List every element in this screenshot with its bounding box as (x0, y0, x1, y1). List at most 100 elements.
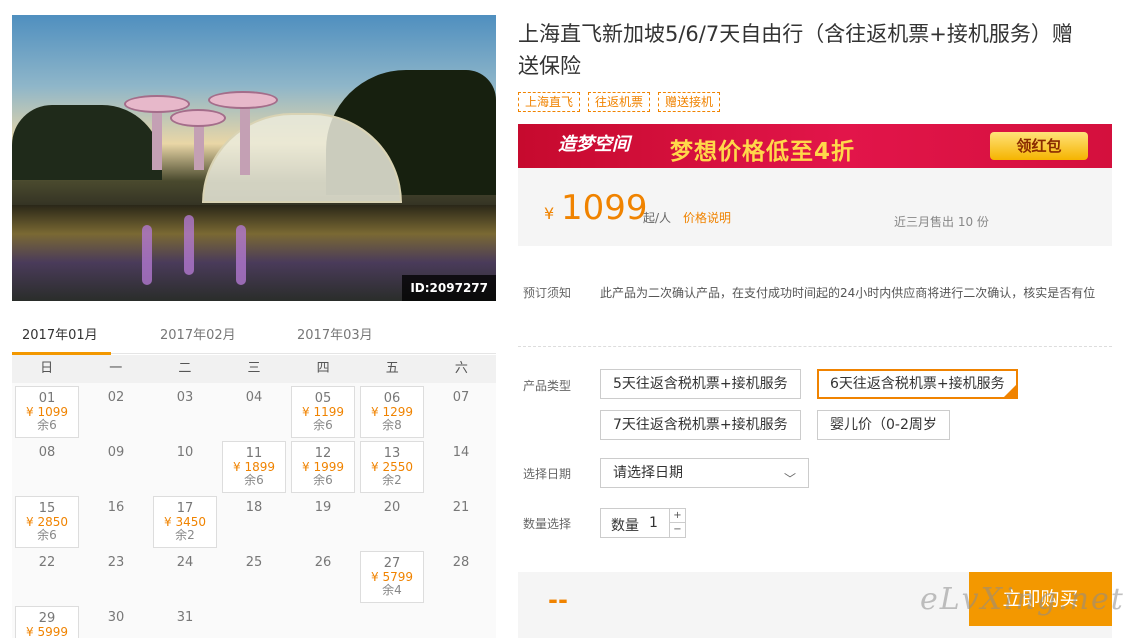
image-trees-left (12, 105, 162, 180)
calendar-day: 02 (84, 386, 148, 438)
price-calendar: 日 一 二 三 四 五 六 01 ¥ 1099 余6 02 03 04 05 ¥ 1199 余6… (12, 355, 496, 638)
weekday-label: 一 (109, 361, 123, 376)
calendar-day[interactable]: 29 ¥ 5999 (15, 606, 79, 638)
day-number: 20 (383, 500, 401, 515)
day-number: 12 (314, 446, 332, 461)
product-type-option-label: 6天往返含税机票+接机服务 (830, 376, 1005, 392)
qty-field-label: 数量 (611, 518, 639, 534)
calendar-day: 09 (84, 441, 148, 493)
chevron-down-icon: ﹀ (783, 472, 796, 486)
watermark: eLvXing.net (920, 582, 1123, 617)
image-reflection (236, 225, 246, 285)
total-price: -- (548, 586, 568, 614)
calendar-day[interactable]: 27 ¥ 5799 余4 (360, 551, 424, 603)
product-title: 上海直飞新加坡5/6/7天自由行（含往返机票+接机服务）赠送保险 (518, 22, 1073, 78)
day-number: 18 (245, 500, 263, 515)
product-image: ID:2097277 (12, 15, 496, 301)
calendar-day: 07 (429, 386, 493, 438)
calendar-day: 25 (222, 551, 286, 603)
product-type-option-5day[interactable]: 5天往返含税机票+接机服务 (600, 369, 801, 399)
day-remaining: 余8 (382, 418, 402, 432)
image-reflection (184, 215, 194, 275)
increment-icon[interactable]: + (669, 509, 685, 523)
quantity-stepper[interactable]: 数量 1 + − (600, 508, 686, 538)
product-type-label: 产品类型 (523, 379, 572, 393)
image-supertree-cap (208, 91, 278, 109)
calendar-day[interactable]: 12 ¥ 1999 余6 (291, 441, 355, 493)
banner-logo: 造梦空间 (558, 134, 630, 155)
calendar-day: 03 (153, 386, 217, 438)
calendar-day: 26 (291, 551, 355, 603)
weekday-label: 二 (178, 361, 192, 376)
image-reflection (142, 225, 152, 285)
day-number: 23 (107, 555, 125, 570)
day-number: 07 (452, 390, 470, 405)
qty-value[interactable]: 1 (649, 515, 658, 531)
tab-month-3[interactable]: 2017年03月 (297, 324, 373, 343)
calendar-day[interactable]: 15 ¥ 2850 余6 (15, 496, 79, 548)
image-supertree (240, 105, 250, 175)
calendar-day[interactable]: 11 ¥ 1899 余6 (222, 441, 286, 493)
day-number: 04 (245, 390, 263, 405)
day-number: 06 (383, 391, 401, 406)
product-tag: 往返机票 (588, 92, 651, 112)
decrement-icon[interactable]: − (669, 523, 685, 537)
price-box: ¥ 1099 起/人 价格说明 近三月售出 10 份 (518, 168, 1112, 246)
calendar-day: 08 (15, 441, 79, 493)
product-type-option-infant[interactable]: 婴儿价（0-2周岁 (817, 410, 950, 440)
day-number: 24 (176, 555, 194, 570)
calendar-day[interactable]: 13 ¥ 2550 余2 (360, 441, 424, 493)
product-tag: 上海直飞 (518, 92, 581, 112)
calendar-day: 22 (15, 551, 79, 603)
price-explain-link[interactable]: 价格说明 (683, 209, 731, 226)
product-type-option-6day[interactable]: 6天往返含税机票+接机服务 ✓ (817, 369, 1018, 399)
day-number: 14 (452, 445, 470, 460)
weekday-label: 四 (316, 361, 330, 376)
day-number: 08 (38, 445, 56, 460)
day-remaining: 余2 (382, 473, 402, 487)
calendar-day: 04 (222, 386, 286, 438)
tab-month-1[interactable]: 2017年01月 (22, 324, 98, 343)
promo-banner[interactable]: 造梦空间 梦想价格低至4折 领红包 (518, 124, 1112, 168)
qty-label: 数量选择 (523, 517, 572, 531)
calendar-day: 20 (360, 496, 424, 548)
calendar-day: 19 (291, 496, 355, 548)
image-supertree-cap (170, 109, 226, 127)
product-tags: 上海直飞 往返机票 赠送接机 (518, 92, 721, 112)
calendar-day[interactable]: 01 ¥ 1099 余6 (15, 386, 79, 438)
day-remaining: 余6 (37, 528, 57, 542)
product-type-option-7day[interactable]: 7天往返含税机票+接机服务 (600, 410, 801, 440)
day-number: 11 (245, 446, 263, 461)
calendar-day: 31 (153, 606, 217, 638)
day-number: 10 (176, 445, 194, 460)
day-price: ¥ 5999 (26, 625, 68, 638)
calendar-day[interactable]: 05 ¥ 1199 余6 (291, 386, 355, 438)
day-number: 29 (38, 611, 56, 626)
divider (518, 346, 1112, 347)
calendar-day[interactable]: 17 ¥ 3450 余2 (153, 496, 217, 548)
weekday-label: 五 (385, 361, 399, 376)
date-select[interactable]: 请选择日期 ﹀ (600, 458, 809, 488)
day-number: 22 (38, 555, 56, 570)
day-remaining: 余2 (175, 528, 195, 542)
calendar-day: 28 (429, 551, 493, 603)
day-number: 03 (176, 390, 194, 405)
calendar-day: 21 (429, 496, 493, 548)
day-remaining: 余6 (244, 473, 264, 487)
date-label: 选择日期 (523, 467, 572, 481)
sales-count: 近三月售出 10 份 (894, 215, 989, 229)
calendar-day[interactable]: 06 ¥ 1299 余8 (360, 386, 424, 438)
day-number: 28 (452, 555, 470, 570)
month-tabs: 2017年01月 2017年02月 2017年03月 (12, 318, 496, 355)
day-number: 01 (38, 391, 56, 406)
tab-month-2[interactable]: 2017年02月 (160, 324, 236, 343)
day-number: 16 (107, 500, 125, 515)
currency-symbol: ¥ (544, 204, 555, 223)
day-number: 05 (314, 391, 332, 406)
calendar-day: 14 (429, 441, 493, 493)
red-packet-button[interactable]: 领红包 (990, 132, 1088, 160)
day-number: 27 (383, 556, 401, 571)
calendar-day: 24 (153, 551, 217, 603)
weekday-label: 三 (247, 361, 261, 376)
calendar-day: 23 (84, 551, 148, 603)
